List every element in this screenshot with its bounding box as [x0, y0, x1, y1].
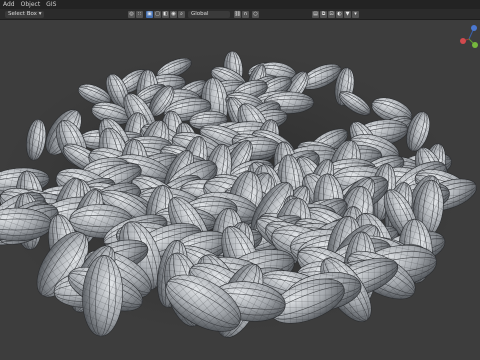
menu-object[interactable]: Object: [21, 0, 41, 9]
options-chevron-icon[interactable]: ▾: [352, 11, 359, 18]
viewport-header: Select Box ▾ ◎ ∷ ▣ ▢ ◧ ◉ ⌕ Global ⛓ ∩ ○ …: [0, 9, 480, 20]
magnet-icon[interactable]: ∩: [242, 11, 249, 18]
pivot-icon[interactable]: ◎: [128, 11, 135, 18]
proportional-icon[interactable]: ◉: [170, 11, 177, 18]
chevron-down-icon: ▾: [38, 11, 42, 17]
view-icon[interactable]: ▤: [312, 11, 319, 18]
transform-orientation-dropdown[interactable]: Global: [188, 11, 230, 18]
menu-gis[interactable]: GIS: [46, 0, 56, 9]
view-options-group: ▤ ⧉ ⊡ ◐ ▼ ▾: [312, 11, 359, 18]
link-icon[interactable]: ⛓: [234, 11, 241, 18]
menu-bar: Add Object GIS: [0, 0, 480, 9]
search-group: ⌕: [178, 11, 185, 18]
orientation-label: Global: [191, 11, 209, 17]
search-icon[interactable]: ⌕: [178, 11, 185, 18]
vertex-select-icon[interactable]: ▣: [146, 11, 153, 18]
filter-icon[interactable]: ▼: [344, 11, 351, 18]
snapping-group: ⛓ ∩: [234, 11, 249, 18]
selection-mode-group: ▣ ▢ ◧ ◉: [146, 11, 177, 18]
overlay-icon[interactable]: ⧉: [320, 11, 327, 18]
falloff-icon[interactable]: ○: [252, 11, 259, 18]
proportional-group: ○: [252, 11, 259, 18]
face-select-icon[interactable]: ◧: [162, 11, 169, 18]
xray-icon[interactable]: ⊡: [328, 11, 335, 18]
viewport-3d[interactable]: [0, 20, 480, 360]
transform-pivot-group: ◎ ∷: [128, 11, 143, 18]
select-mode-label: Select Box: [8, 11, 37, 17]
menu-add[interactable]: Add: [3, 0, 15, 9]
edge-select-icon[interactable]: ▢: [154, 11, 161, 18]
snap-icon[interactable]: ∷: [136, 11, 143, 18]
shading-icon[interactable]: ◐: [336, 11, 343, 18]
select-box-dropdown[interactable]: Select Box ▾: [5, 11, 45, 18]
